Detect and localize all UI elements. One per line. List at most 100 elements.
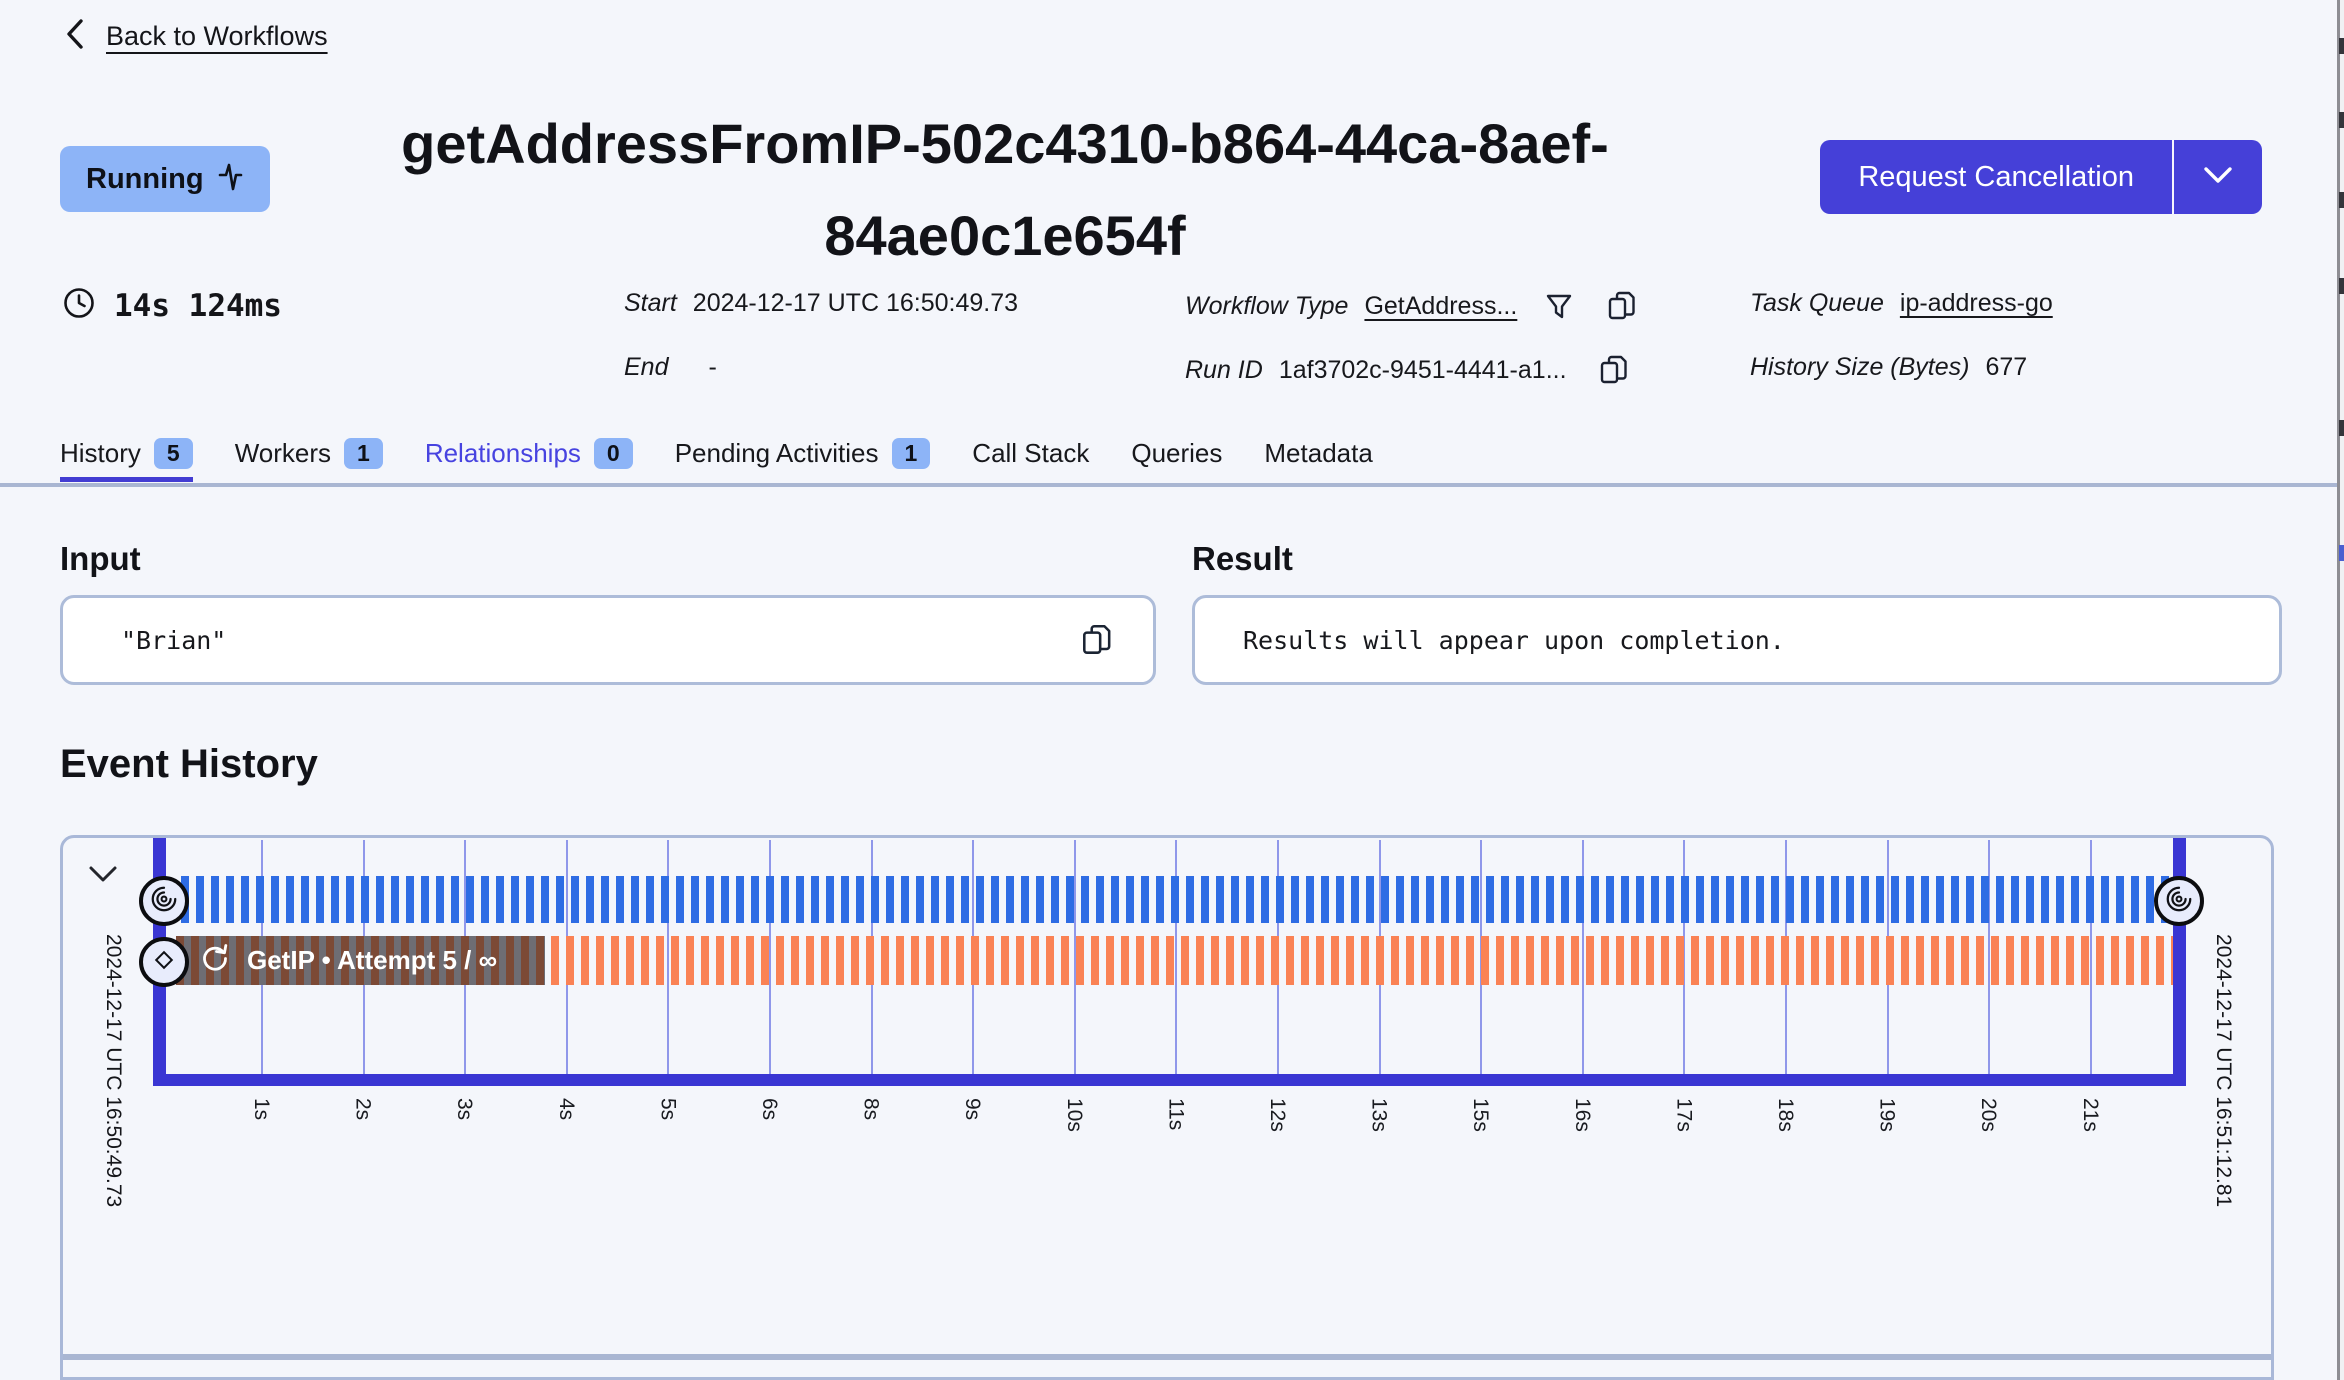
copy-input-icon[interactable]	[1079, 622, 1115, 658]
timeline-end-timestamp: 2024-12-17 UTC 16:51:12.81	[2212, 934, 2235, 1208]
end-value: -	[708, 353, 717, 381]
window-edge-artifact	[2337, 0, 2344, 1380]
workflow-execution-bar[interactable]	[181, 876, 2173, 923]
tab-pending-activities-label: Pending Activities	[674, 438, 879, 468]
copy-workflow-type-icon[interactable]	[1605, 289, 1639, 323]
task-queue-label: Task Queue	[1750, 289, 1884, 317]
meta-task-queue: Task Queue ip-address-go	[1750, 289, 2053, 318]
tab-pending-activities[interactable]: Pending Activities 1	[675, 438, 931, 482]
activity-label-text: GetIP • Attempt 5 / ∞	[247, 945, 498, 975]
workflow-type-label: Workflow Type	[1185, 291, 1349, 320]
axis-tick-label: 8s	[859, 1098, 883, 1121]
request-cancellation-label[interactable]: Request Cancellation	[1820, 140, 2172, 214]
tabs-divider	[0, 483, 2337, 487]
axis-tick-label: 4s	[554, 1098, 578, 1121]
request-cancellation-button[interactable]: Request Cancellation	[1820, 140, 2262, 214]
activity-label[interactable]: GetIP • Attempt 5 / ∞	[176, 936, 545, 985]
tab-metadata-label: Metadata	[1264, 438, 1373, 468]
tab-queries-label: Queries	[1131, 438, 1223, 468]
axis-tick-label: 10s	[1062, 1098, 1086, 1132]
clock-icon	[62, 286, 96, 325]
tab-queries[interactable]: Queries	[1131, 438, 1222, 482]
back-to-workflows-link[interactable]: Back to Workflows	[62, 16, 328, 57]
run-id-label: Run ID	[1185, 355, 1263, 384]
axis-tick-label: 5s	[656, 1098, 680, 1121]
meta-start: Start 2024-12-17 UTC 16:50:49.73	[624, 289, 1018, 318]
tab-relationships[interactable]: Relationships 0	[425, 438, 633, 482]
duration: 14s 124ms	[62, 286, 282, 325]
tab-history[interactable]: History 5	[60, 438, 193, 482]
tab-pending-activities-badge: 1	[891, 438, 931, 469]
tab-workers[interactable]: Workers 1	[235, 438, 383, 482]
axis-tick-label: 16s	[1570, 1098, 1594, 1132]
workflow-type-link[interactable]: GetAddress...	[1364, 292, 1517, 321]
run-id-value: 1af3702c-9451-4441-a1...	[1278, 355, 1567, 384]
retry-icon	[200, 943, 230, 978]
meta-end: End -	[624, 353, 717, 382]
input-heading: Input	[60, 540, 141, 577]
status-label: Running	[86, 162, 204, 195]
axis-tick-label: 20s	[1977, 1098, 2001, 1132]
history-size-value: 677	[1985, 353, 2028, 381]
tab-call-stack-label: Call Stack	[972, 438, 1090, 468]
tab-relationships-label: Relationships	[424, 438, 581, 468]
tab-workers-label: Workers	[234, 438, 332, 468]
axis-tick-label: 6s	[758, 1098, 781, 1121]
task-queue-link[interactable]: ip-address-go	[1900, 289, 2053, 318]
tab-bar: History 5 Workers 1 Relationships 0 Pend…	[60, 438, 1373, 482]
event-history-timeline: GetIP • Attempt 5 / ∞ 2024-12-17 UTC 16:…	[60, 835, 2274, 1380]
axis-tick-label: 13s	[1367, 1098, 1391, 1132]
input-value: "Brian"	[121, 625, 227, 655]
end-label: End	[624, 353, 669, 381]
axis-tick-label: 2s	[351, 1098, 375, 1121]
result-heading: Result	[1192, 540, 1293, 577]
axis-tick-label: 17s	[1672, 1098, 1696, 1132]
input-box: "Brian"	[60, 595, 1156, 685]
workflow-start-node[interactable]	[139, 876, 189, 926]
spiral-icon	[149, 884, 179, 919]
heartbeat-icon	[216, 160, 244, 199]
workflow-end-node[interactable]	[2154, 876, 2204, 926]
filter-icon[interactable]	[1543, 290, 1575, 322]
start-label: Start	[624, 289, 677, 317]
axis-tick-label: 11s	[1164, 1098, 1188, 1131]
page-title: getAddressFromIP-502c4310-b864-44ca-8aef…	[401, 112, 1609, 267]
tab-relationships-badge: 0	[593, 438, 633, 469]
tab-workers-badge: 1	[344, 438, 383, 469]
event-history-heading: Event History	[60, 742, 318, 786]
start-value: 2024-12-17 UTC 16:50:49.73	[692, 289, 1019, 317]
axis-tick-label: 21s	[2078, 1098, 2102, 1132]
collapse-chevron-icon[interactable]	[87, 864, 119, 889]
duration-value: 14s 124ms	[114, 287, 282, 324]
workflow-detail-page: Back to Workflows Running getAddressFrom…	[0, 0, 2344, 1380]
tab-metadata[interactable]: Metadata	[1264, 438, 1372, 482]
tab-call-stack[interactable]: Call Stack	[972, 438, 1089, 482]
axis-tick-label: 19s	[1875, 1098, 1899, 1132]
timeline-section-divider	[63, 1354, 2271, 1360]
cancellation-dropdown-toggle[interactable]	[2174, 140, 2262, 214]
axis-tick-label: 12s	[1266, 1098, 1289, 1132]
chevron-down-icon	[2201, 164, 2235, 191]
axis-tick-label: 3s	[453, 1098, 477, 1121]
status-badge: Running	[60, 146, 270, 212]
meta-workflow-type: Workflow Type GetAddress...	[1185, 289, 1639, 323]
timeline-baseline	[153, 1074, 2186, 1086]
timeline-start-timestamp: 2024-12-17 UTC 16:50:49.73	[102, 934, 125, 1208]
diamond-icon	[151, 947, 177, 978]
axis-tick-label: 18s	[1774, 1098, 1797, 1132]
spiral-icon	[2164, 884, 2194, 919]
timeline-plot: GetIP • Attempt 5 / ∞ 2024-12-17 UTC 16:…	[63, 838, 2271, 1377]
meta-run-id: Run ID 1af3702c-9451-4441-a1...	[1185, 353, 1631, 387]
axis-tick-label: 9s	[961, 1098, 985, 1121]
result-value: Results will appear upon completion.	[1243, 625, 1785, 655]
axis-tick-label: 15s	[1469, 1098, 1493, 1132]
tab-history-label: History	[60, 438, 141, 468]
result-box: Results will appear upon completion.	[1192, 595, 2282, 685]
activity-node[interactable]	[139, 937, 189, 987]
back-link-label: Back to Workflows	[106, 21, 328, 51]
meta-history-size: History Size (Bytes) 677	[1750, 353, 2027, 382]
history-size-label: History Size (Bytes)	[1750, 353, 1970, 381]
copy-run-id-icon[interactable]	[1597, 353, 1631, 387]
tab-history-badge: 5	[153, 438, 193, 469]
chevron-left-icon	[62, 16, 88, 57]
